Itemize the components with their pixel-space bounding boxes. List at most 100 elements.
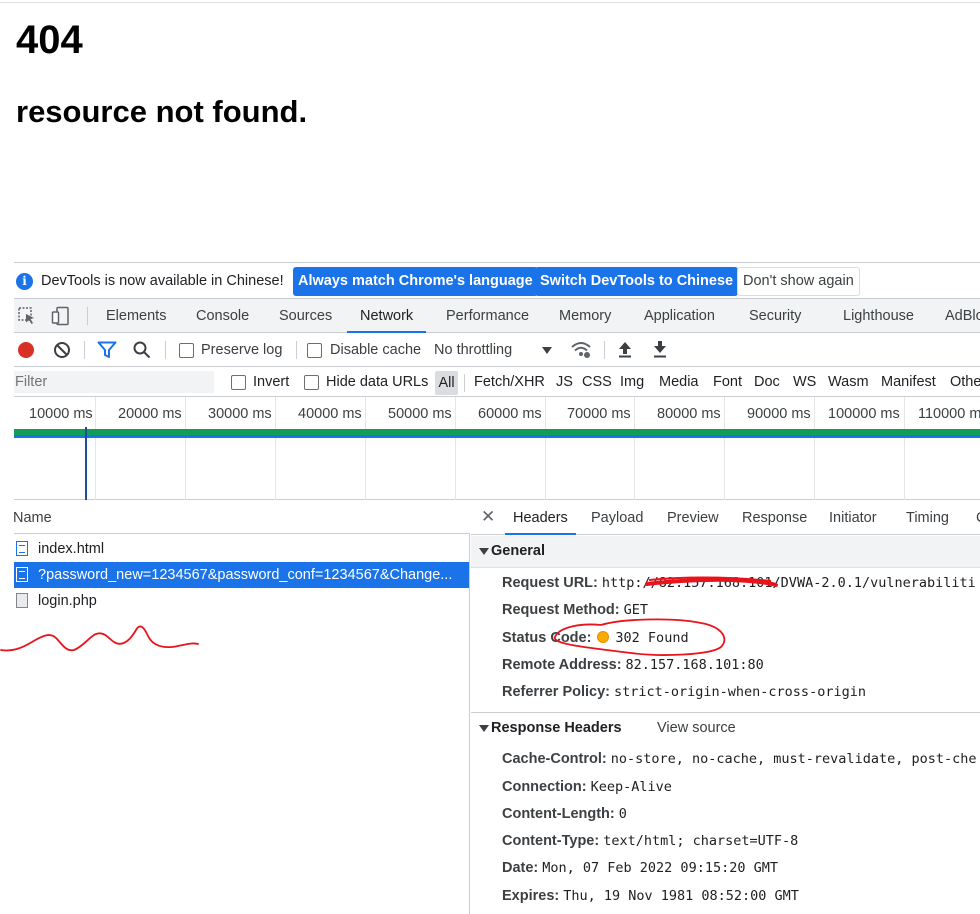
hide-data-urls-checkbox[interactable] <box>304 375 319 390</box>
device-toolbar-icon[interactable] <box>51 306 71 326</box>
response-header-row: Cache-Control: no-store, no-cache, must-r… <box>502 751 976 767</box>
header-value: text/html; charset=UTF-8 <box>603 833 799 849</box>
record-button[interactable] <box>18 342 34 358</box>
toolbar-separator <box>165 341 166 359</box>
filter-type-doc[interactable]: Doc <box>754 374 780 390</box>
timeline-gridline <box>95 397 96 500</box>
timeline-tick: 100000 ms <box>828 406 900 422</box>
response-header-row: Expires: Thu, 19 Nov 1981 08:52:00 GMT <box>502 888 799 904</box>
filter-type-all[interactable]: All <box>435 371 458 395</box>
filter-input[interactable] <box>14 371 214 393</box>
header-key: Content-Length: <box>502 806 615 822</box>
timeline-gridline <box>814 397 815 500</box>
throttling-select[interactable]: No throttling <box>434 342 512 358</box>
switch-to-chinese-button[interactable]: Switch DevTools to Chinese <box>535 267 739 296</box>
response-header-row: Date: Mon, 07 Feb 2022 09:15:20 GMT <box>502 860 778 876</box>
devtools-tab-bar: Elements Console Sources Network Perform… <box>14 299 980 333</box>
clear-icon[interactable] <box>53 341 71 359</box>
search-icon[interactable] <box>133 341 151 359</box>
response-headers-section-header[interactable]: Response Headers View source <box>471 712 980 742</box>
export-har-icon[interactable] <box>652 340 668 358</box>
timeline-tick: 10000 ms <box>29 406 93 422</box>
error-code-heading: 404 <box>16 18 83 62</box>
request-row[interactable]: index.html <box>14 536 469 562</box>
filter-type-js[interactable]: JS <box>556 374 573 390</box>
tab-performance[interactable]: Performance <box>446 299 529 333</box>
request-list-header[interactable]: Name <box>13 501 470 534</box>
network-toolbar: Preserve log Disable cache No throttling <box>14 333 980 367</box>
response-header-row: Content-Type: text/html; charset=UTF-8 <box>502 833 798 849</box>
tab-console[interactable]: Console <box>196 299 249 333</box>
preserve-log-checkbox[interactable] <box>179 343 194 358</box>
filter-type-media[interactable]: Media <box>659 374 699 390</box>
header-value: Keep-Alive <box>590 779 672 795</box>
hide-data-urls-label: Hide data URLs <box>326 374 429 390</box>
invert-label: Invert <box>253 374 290 390</box>
toolbar-separator <box>296 341 297 359</box>
tab-lighthouse[interactable]: Lighthouse <box>843 299 914 333</box>
header-value: 0 <box>618 806 627 822</box>
request-name: index.html <box>38 541 105 557</box>
filter-bar: Invert Hide data URLs All Fetch/XHR JS C… <box>14 367 980 397</box>
request-row-selected[interactable]: ?password_new=1234567&password_conf=1234… <box>14 562 469 588</box>
filter-type-other[interactable]: Othe <box>950 374 980 390</box>
tab-adblock[interactable]: AdBlo <box>945 299 980 333</box>
timeline-tick: 70000 ms <box>567 406 631 422</box>
tab-application[interactable]: Application <box>644 299 715 333</box>
document-icon <box>16 541 28 556</box>
request-row[interactable]: login.php <box>14 588 469 614</box>
header-key: Connection: <box>502 779 587 795</box>
filter-type-css[interactable]: CSS <box>582 374 612 390</box>
timeline-gridline <box>365 397 366 500</box>
tab-security[interactable]: Security <box>749 299 801 333</box>
request-list: Name index.html ?password_new=1234567&pa… <box>0 501 470 914</box>
timeline-download-bar <box>14 435 980 438</box>
chevron-down-icon[interactable] <box>542 347 552 354</box>
infobar-message: DevTools is now available in Chinese! <box>41 273 284 289</box>
timeline-gridline <box>455 397 456 500</box>
timeline-gridline <box>724 397 725 500</box>
expand-triangle-icon <box>479 725 489 732</box>
tab-network[interactable]: Network <box>347 299 427 333</box>
timeline-cursor <box>85 427 87 500</box>
header-key: Content-Type: <box>502 833 600 849</box>
response-header-row: Content-Length: 0 <box>502 806 627 822</box>
tab-elements[interactable]: Elements <box>106 299 166 333</box>
timeline-tick: 80000 ms <box>657 406 721 422</box>
request-details: ✕ Headers Payload Preview Response Initi… <box>471 501 980 914</box>
timeline-gridline <box>634 397 635 500</box>
header-value: Thu, 19 Nov 1981 08:52:00 GMT <box>563 888 799 904</box>
header-value: no-store, no-cache, must-revalidate, pos… <box>610 751 977 767</box>
timeline-overview[interactable]: 10000 ms 20000 ms 30000 ms 40000 ms 5000… <box>14 397 980 500</box>
timeline-gridline <box>904 397 905 500</box>
toolbar-separator <box>604 341 605 359</box>
request-name: ?password_new=1234567&password_conf=1234… <box>38 567 453 583</box>
timeline-tick: 60000 ms <box>478 406 542 422</box>
filter-type-img[interactable]: Img <box>620 374 644 390</box>
view-source-link[interactable]: View source <box>657 720 736 736</box>
timeline-tick: 40000 ms <box>298 406 362 422</box>
response-headers-title: Response Headers <box>491 720 622 736</box>
error-message-heading: resource not found. <box>16 94 308 129</box>
tab-sources[interactable]: Sources <box>279 299 332 333</box>
filter-icon[interactable] <box>97 341 117 359</box>
timeline-gridline <box>275 397 276 500</box>
tab-memory[interactable]: Memory <box>559 299 611 333</box>
disable-cache-label: Disable cache <box>330 342 422 358</box>
language-infobar: i DevTools is now available in Chinese! … <box>14 262 980 299</box>
invert-checkbox[interactable] <box>231 375 246 390</box>
import-har-icon[interactable] <box>617 340 633 358</box>
filter-type-ws[interactable]: WS <box>793 374 816 390</box>
dont-show-again-button[interactable]: Don't show again <box>737 267 860 296</box>
filter-type-manifest[interactable]: Manifest <box>881 374 936 390</box>
network-conditions-icon[interactable] <box>570 340 592 360</box>
filter-type-wasm[interactable]: Wasm <box>828 374 869 390</box>
filter-type-font[interactable]: Font <box>713 374 742 390</box>
always-match-language-button[interactable]: Always match Chrome's language <box>293 267 538 296</box>
inspect-element-icon[interactable] <box>18 307 36 325</box>
filter-type-fetch-xhr[interactable]: Fetch/XHR <box>474 374 545 390</box>
header-value: Mon, 07 Feb 2022 09:15:20 GMT <box>542 860 778 876</box>
name-column-header[interactable]: Name <box>13 510 52 526</box>
disable-cache-checkbox[interactable] <box>307 343 322 358</box>
timeline-tick: 90000 ms <box>747 406 811 422</box>
